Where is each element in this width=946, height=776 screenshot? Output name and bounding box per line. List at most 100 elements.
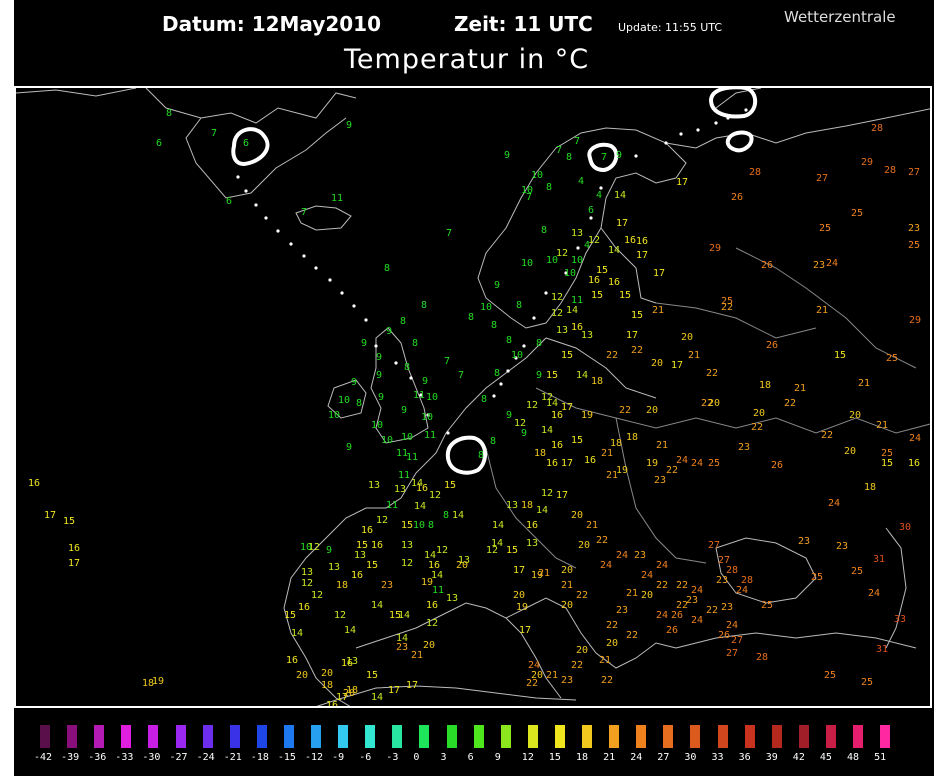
station-temp-112: 14	[541, 425, 553, 436]
station-temp-160: 19	[516, 602, 528, 613]
station-temp-14: 9	[376, 370, 382, 381]
station-temp-320: 18	[864, 482, 876, 493]
station-temp-161: 20	[513, 590, 525, 601]
station-temp-332: 25	[861, 677, 873, 688]
station-temp-18: 8	[356, 398, 362, 409]
station-temp-101: 20	[681, 332, 693, 343]
station-temp-225: 15	[444, 480, 456, 491]
station-temp-330: 33	[894, 614, 906, 625]
station-temp-223: 12	[429, 490, 441, 501]
station-temp-313: 23	[738, 442, 750, 453]
station-temp-140: 8	[428, 520, 434, 531]
time-label: Zeit: 11 UTC	[454, 12, 593, 36]
temperature-map[interactable]: 6 6 8 6 7 9 11 7 7 8 8 8 8 8 9 9 9 9 8 9 10 9 11 10 10 11 10 9 10 10 9…	[14, 86, 932, 708]
weather-map-frame: Datum: 12May2010 Zeit: 11 UTC Update: 11…	[14, 0, 934, 776]
station-temp-54: 8	[541, 225, 547, 236]
legend-label-5: -27	[169, 752, 188, 763]
station-temp-115: 20	[646, 405, 658, 416]
station-temp-84: 15	[619, 290, 631, 301]
legend-swatch-16	[473, 725, 484, 748]
station-temp-281: 28	[884, 165, 896, 176]
station-temp-253: 16	[298, 602, 310, 613]
station-temp-222: 15	[401, 520, 413, 531]
station-temp-287: 25	[851, 208, 863, 219]
station-temp-212: 22	[571, 660, 583, 671]
station-temp-328: 24	[868, 588, 880, 599]
station-temp-98: 17	[671, 360, 683, 371]
station-temp-85: 16	[608, 277, 620, 288]
station-temp-197: 25	[761, 600, 773, 611]
legend-label-1: -39	[61, 752, 80, 763]
station-temp-198: 28	[741, 575, 753, 586]
legend-swatch-18	[527, 725, 538, 748]
legend-swatch-4	[148, 725, 159, 748]
station-temp-97: 20	[651, 358, 663, 369]
station-temp-209: 22	[626, 630, 638, 641]
station-temp-250: 14	[344, 625, 356, 636]
station-temp-246: 9	[326, 545, 332, 556]
station-temp-9: 8	[384, 263, 390, 274]
station-temp-289: 25	[908, 240, 920, 251]
legend-label-16: 6	[467, 752, 474, 763]
station-temp-121: 16	[584, 455, 596, 466]
station-temp-304: 21	[858, 378, 870, 389]
station-temp-170: 12	[541, 488, 553, 499]
station-temp-274: 12	[308, 542, 320, 553]
station-temp-247: 13	[328, 562, 340, 573]
station-temp-39: 8	[478, 450, 484, 461]
station-temp-242: 13	[354, 550, 366, 561]
station-temp-261: 20	[296, 670, 308, 681]
station-temp-132: 24	[691, 458, 703, 469]
station-temp-33: 11	[424, 430, 436, 441]
legend-label-27: 39	[765, 752, 778, 763]
station-temp-127: 21	[656, 440, 668, 451]
station-temp-189: 28	[726, 565, 738, 576]
station-temp-32: 10	[426, 392, 438, 403]
station-temp-331: 25	[824, 670, 836, 681]
legend-label-2: -36	[88, 752, 107, 763]
station-temp-244: 16	[361, 525, 373, 536]
station-temp-51: 10	[480, 302, 492, 313]
station-temp-131: 24	[676, 455, 688, 466]
station-temp-11: 8	[400, 316, 406, 327]
station-temp-255: 14	[291, 628, 303, 639]
station-temp-26: 10	[381, 435, 393, 446]
station-temp-41: 9	[521, 428, 527, 439]
station-temp-123: 18	[610, 438, 622, 449]
station-temp-40: 9	[506, 410, 512, 421]
station-temp-200: 24	[656, 610, 668, 621]
legend-label-29: 45	[819, 752, 832, 763]
station-temp-233: 19	[421, 577, 433, 588]
station-temp-273: 19	[152, 676, 164, 687]
station-temp-307: 20	[708, 398, 720, 409]
station-temp-267: 16	[28, 478, 40, 489]
station-temp-296: 22	[721, 302, 733, 313]
station-temp-318: 24	[909, 433, 921, 444]
station-temp-92: 15	[631, 310, 643, 321]
station-temp-74: 14	[608, 245, 620, 256]
legend-swatch-17	[500, 725, 511, 748]
legend-swatch-5	[175, 725, 186, 748]
legend-label-24: 30	[684, 752, 697, 763]
station-temp-182: 20	[641, 590, 653, 601]
station-temp-204: 22	[706, 605, 718, 616]
station-temp-129: 23	[654, 475, 666, 486]
legend-label-4: -30	[142, 752, 161, 763]
station-temp-166: 22	[576, 590, 588, 601]
station-temp-217: 22	[526, 678, 538, 689]
station-temp-145: 8	[443, 510, 449, 521]
station-temp-280: 29	[861, 157, 873, 168]
station-temp-169: 14	[536, 505, 548, 516]
station-temp-122: 21	[601, 448, 613, 459]
station-temp-151: 13	[506, 500, 518, 511]
station-temp-76: 17	[636, 250, 648, 261]
station-temp-194: 27	[731, 635, 743, 646]
legend-label-30: 48	[847, 752, 860, 763]
station-temp-311: 21	[876, 420, 888, 431]
station-temp-65: 7	[601, 152, 607, 163]
date-label: Datum: 12May2010	[162, 12, 382, 36]
station-temp-268: 17	[44, 510, 56, 521]
station-temp-119: 16	[546, 458, 558, 469]
legend-swatch-8	[256, 725, 267, 748]
station-temp-114: 22	[619, 405, 631, 416]
